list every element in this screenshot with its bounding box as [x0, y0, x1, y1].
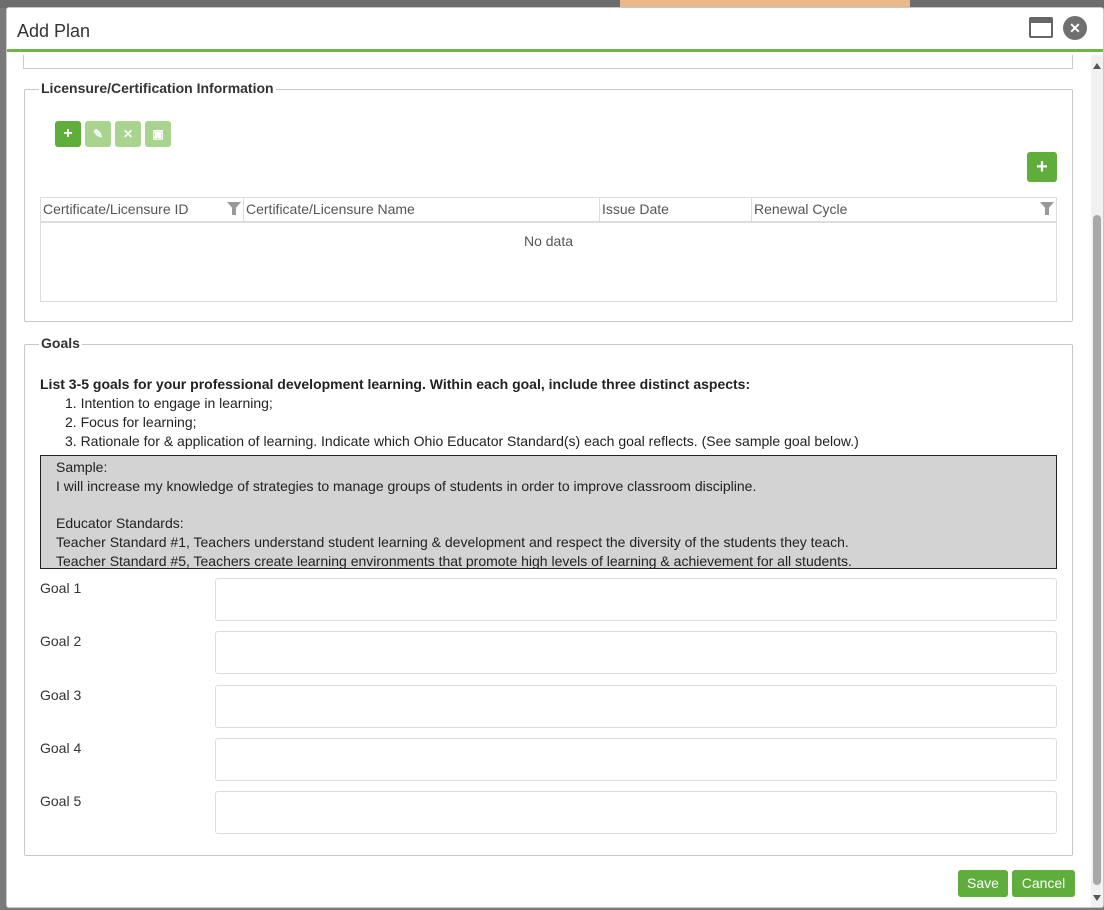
edit-row-button[interactable]: ✎ [85, 121, 111, 147]
dialog-titlebar[interactable]: Add Plan ✕ [7, 8, 1103, 52]
goal-3-input[interactable] [215, 685, 1057, 728]
goal-4-row: Goal 4 [40, 738, 1057, 782]
goal-3-label: Goal 3 [40, 687, 82, 703]
goals-intro: List 3-5 goals for your professional dev… [40, 376, 751, 392]
standard-1-text: Teacher Standard #1, Teachers understand… [56, 534, 849, 550]
save-row-button[interactable]: ▣ [145, 121, 171, 147]
scrollbar-thumb[interactable] [1093, 215, 1101, 885]
goal-2-row: Goal 2 [40, 631, 1057, 675]
previous-section-bottom [23, 55, 1073, 69]
scroll-down-icon[interactable] [1093, 895, 1101, 901]
maximize-icon[interactable] [1029, 17, 1053, 38]
standards-heading: Educator Standards: [56, 515, 184, 531]
licensure-toolbar: + ✎ ✕ ▣ [55, 121, 171, 147]
standard-5-text: Teacher Standard #5, Teachers create lea… [56, 553, 852, 569]
goal-1-input[interactable] [215, 578, 1057, 621]
add-plan-dialog: Add Plan ✕ Licensure/Certification Infor… [6, 7, 1104, 908]
goal-2-input[interactable] [215, 631, 1057, 674]
column-label: Certificate/Licensure ID [43, 201, 189, 217]
goal-2-label: Goal 2 [40, 633, 82, 649]
list-item: 3. Rationale for & application of learni… [65, 433, 859, 449]
add-row-button[interactable]: + [55, 121, 81, 147]
column-label: Renewal Cycle [754, 201, 848, 217]
column-header-issue-date[interactable]: Issue Date [600, 198, 752, 221]
add-certificate-button[interactable]: + [1027, 152, 1057, 182]
scroll-up-icon[interactable] [1093, 63, 1101, 69]
sample-heading: Sample: [56, 459, 108, 475]
cancel-button[interactable]: Cancel [1012, 870, 1075, 897]
goal-5-row: Goal 5 [40, 791, 1057, 835]
grid-empty-message: No data [523, 233, 574, 249]
licensure-legend: Licensure/Certification Information [39, 80, 276, 96]
goal-1-label: Goal 1 [40, 580, 82, 596]
goals-aspects-list: 1. Intention to engage in learning; 2. F… [65, 394, 859, 451]
list-item: 1. Intention to engage in learning; [65, 395, 273, 411]
licensure-grid: Certificate/Licensure ID Certificate/Lic… [40, 197, 1057, 302]
delete-row-button[interactable]: ✕ [115, 121, 141, 147]
save-button[interactable]: Save [958, 870, 1008, 897]
goals-legend: Goals [39, 335, 82, 351]
column-header-certificate-id[interactable]: Certificate/Licensure ID [41, 198, 244, 221]
goals-section: Goals List 3-5 goals for your profession… [24, 335, 1073, 856]
goal-5-label: Goal 5 [40, 793, 82, 809]
close-icon[interactable]: ✕ [1063, 16, 1087, 40]
licensure-section: Licensure/Certification Information + ✎ … [24, 80, 1073, 322]
filter-icon[interactable] [227, 202, 241, 215]
list-item: 2. Focus for learning; [65, 414, 197, 430]
sample-goal-text: I will increase my knowledge of strategi… [56, 478, 757, 494]
dialog-title: Add Plan [17, 21, 91, 41]
dialog-scrollbar[interactable] [1091, 55, 1103, 907]
grid-header: Certificate/Licensure ID Certificate/Lic… [41, 198, 1056, 223]
column-header-certificate-name[interactable]: Certificate/Licensure Name [244, 198, 600, 221]
filter-icon[interactable] [1040, 202, 1054, 215]
column-label: Certificate/Licensure Name [246, 201, 415, 217]
goal-5-input[interactable] [215, 791, 1057, 834]
goal-1-row: Goal 1 [40, 578, 1057, 622]
column-header-renewal-cycle[interactable]: Renewal Cycle [752, 198, 1056, 221]
sample-goal-box: Sample: I will increase my knowledge of … [40, 455, 1057, 569]
column-label: Issue Date [602, 201, 669, 217]
dialog-content: Licensure/Certification Information + ✎ … [7, 55, 1093, 907]
goal-4-input[interactable] [215, 738, 1057, 781]
goal-4-label: Goal 4 [40, 740, 82, 756]
goal-3-row: Goal 3 [40, 685, 1057, 729]
